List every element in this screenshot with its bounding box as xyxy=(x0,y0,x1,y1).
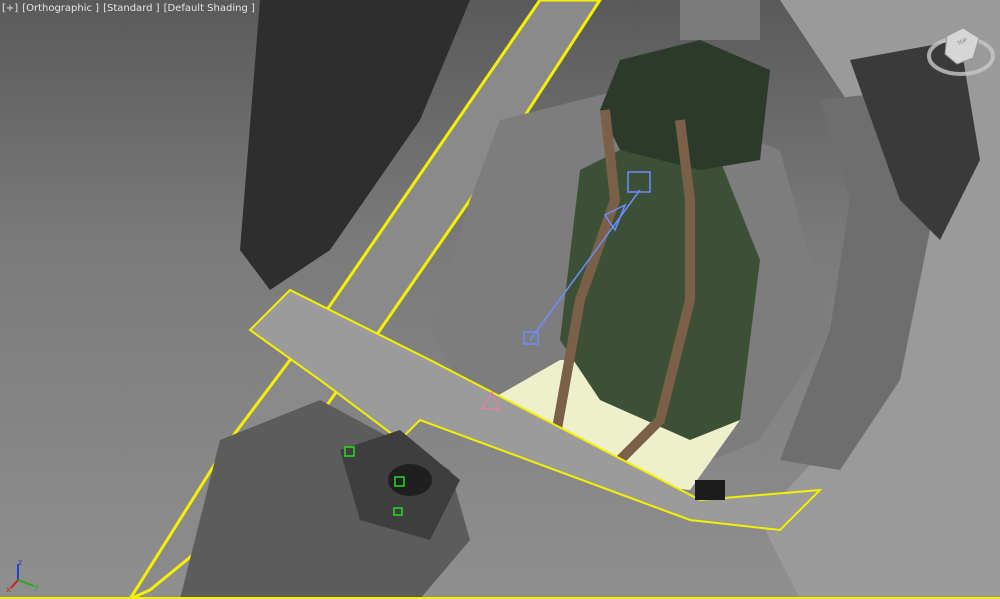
view-type-label[interactable]: [Orthographic ] xyxy=(22,3,99,14)
throttle-lever xyxy=(695,480,725,500)
cockpit-scene[interactable] xyxy=(0,0,1000,599)
render-mode-label[interactable]: [Standard ] xyxy=(103,3,159,14)
viewport-orthographic[interactable]: [+] [Orthographic ] [Standard ] [Default Sh… xyxy=(0,0,1000,599)
seat-top-mechanism xyxy=(680,0,760,40)
viewcube-cube[interactable] xyxy=(944,27,980,65)
axis-x-label: x xyxy=(6,585,11,594)
axis-z-label: z xyxy=(18,558,22,567)
viewcube[interactable]: TOP xyxy=(925,22,997,78)
viewport-menu-button[interactable]: [+] xyxy=(2,3,18,14)
viewport-label-menu: [+] [Orthographic ] [Standard ] [Default Sh… xyxy=(2,3,259,14)
axis-y-label: y xyxy=(34,582,39,591)
axis-tripod: z x y xyxy=(6,558,39,594)
shading-mode-label[interactable]: [Default Shading ] xyxy=(164,3,255,14)
